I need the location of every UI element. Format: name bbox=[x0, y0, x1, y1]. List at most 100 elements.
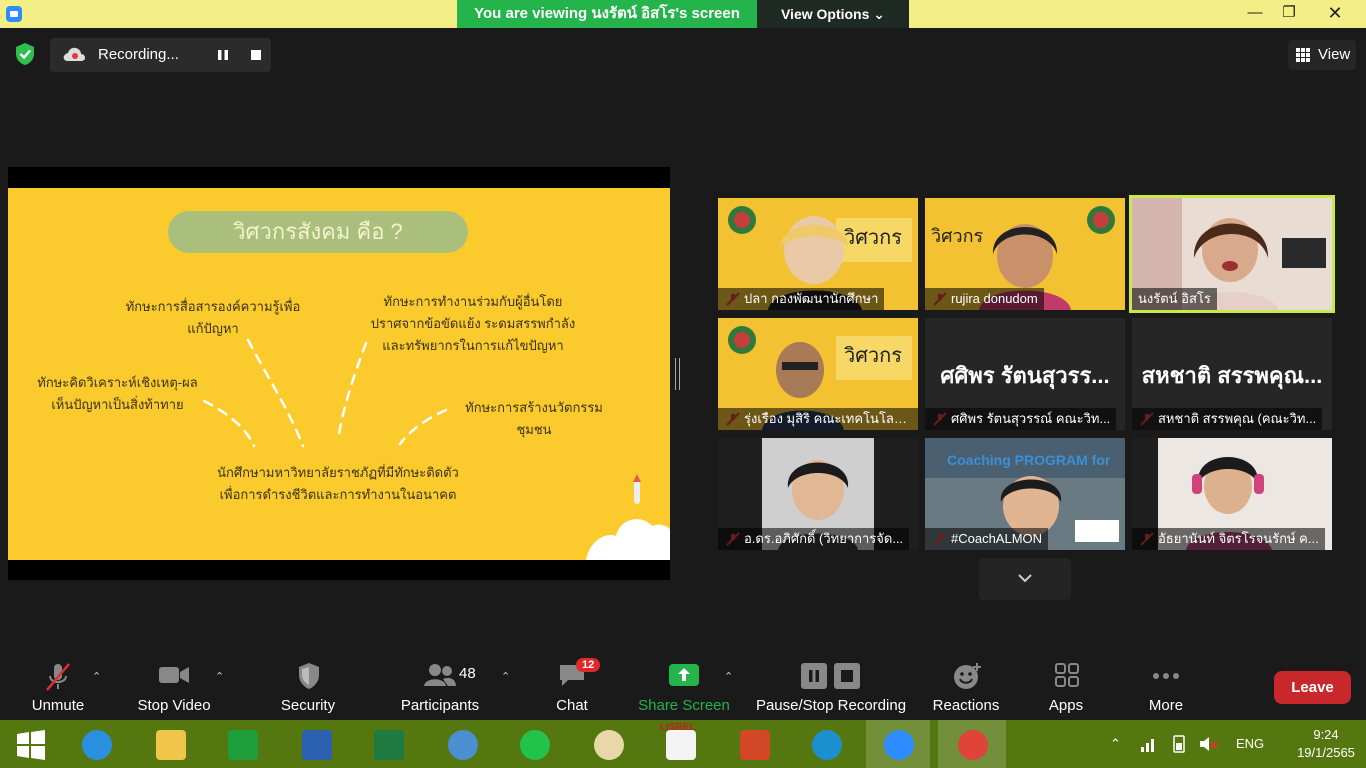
participant-name: ศศิพร รัตนสุวรรณ์ คณะวิท... bbox=[925, 408, 1117, 430]
video-options-caret-icon[interactable]: ⌃ bbox=[215, 670, 224, 683]
participant-display-name: สหชาติ สรรพคุณ... bbox=[1141, 363, 1323, 388]
muted-microphone-icon bbox=[46, 663, 70, 691]
stop-video-label: Stop Video bbox=[137, 697, 211, 714]
participant-tile[interactable]: วิศวกร รุ่งเรือง มุสิริ คณะเทคโนโลยี... bbox=[718, 318, 918, 430]
zoom-logo-icon bbox=[6, 6, 22, 22]
network-signal-icon[interactable] bbox=[1140, 736, 1158, 752]
coaching-overlay-text: Coaching PROGRAM for bbox=[947, 452, 1111, 468]
slide-conclusion: นักศึกษามหาวิทยาลัยราชภัฏที่มีทักษะติดตั… bbox=[217, 465, 459, 502]
pause-stop-recording-label: Pause/Stop Recording bbox=[755, 697, 907, 714]
calculator-icon[interactable] bbox=[434, 720, 490, 768]
chevron-down-icon: ⌄ bbox=[873, 6, 886, 22]
chrome-icon[interactable] bbox=[938, 720, 1006, 768]
stop-video-button[interactable]: Stop Video bbox=[134, 648, 214, 720]
participant-name: รุ่งเรือง มุสิริ คณะเทคโนโลยี... bbox=[718, 408, 918, 430]
more-button[interactable]: More bbox=[1134, 648, 1198, 720]
store-icon[interactable] bbox=[214, 720, 270, 768]
svg-text:วิศวกร: วิศวกร bbox=[844, 343, 902, 367]
zoom-icon[interactable] bbox=[866, 720, 930, 768]
more-label: More bbox=[1148, 697, 1184, 714]
cloud-recording-icon bbox=[63, 47, 85, 61]
clock-time: 9:24 bbox=[1313, 727, 1339, 742]
participant-name: ปลา กองพัฒนานักศึกษา bbox=[718, 288, 885, 310]
security-label: Security bbox=[280, 697, 336, 714]
participant-tile[interactable]: วิศวกร rujira donudom bbox=[925, 198, 1125, 310]
view-options-button[interactable]: View Options ⌄ bbox=[757, 0, 909, 28]
participant-tile[interactable]: สหชาติ สรรพคุณ... สหชาติ สรรพคุณ (คณะวิท… bbox=[1132, 318, 1332, 430]
paint-icon[interactable] bbox=[580, 720, 636, 768]
file-explorer-icon[interactable] bbox=[142, 720, 198, 768]
view-layout-button[interactable]: View bbox=[1288, 40, 1356, 70]
recording-status: Recording... bbox=[98, 46, 179, 63]
security-button[interactable]: Security bbox=[273, 648, 343, 720]
tray-overflow-icon[interactable]: ⌃ bbox=[1110, 720, 1121, 768]
participant-tile[interactable]: ศศิพร รัตนสุวรร... ศศิพร รัตนสุวรรณ์ คณะ… bbox=[925, 318, 1125, 430]
security-shield-icon bbox=[299, 663, 319, 689]
share-screen-label: Share Screen bbox=[638, 697, 730, 714]
lisrel-label: LISREL bbox=[660, 722, 696, 733]
chat-button[interactable]: 12 Chat bbox=[540, 648, 604, 720]
audio-options-caret-icon[interactable]: ⌃ bbox=[92, 670, 101, 683]
share-options-caret-icon[interactable]: ⌃ bbox=[724, 670, 733, 683]
participant-name: อัธยานันท์ จิตรโรจนรักษ์ ค... bbox=[1132, 528, 1325, 550]
grid-view-icon bbox=[1296, 48, 1310, 62]
title-bar: You are viewing นงรัตน์ อิสโร's screen V… bbox=[0, 0, 1366, 28]
leave-button[interactable]: Leave bbox=[1274, 671, 1351, 704]
powerpoint-icon[interactable] bbox=[726, 720, 782, 768]
volume-muted-icon[interactable] bbox=[1198, 734, 1218, 754]
start-icon[interactable] bbox=[2, 720, 58, 768]
line-icon[interactable] bbox=[506, 720, 562, 768]
encryption-shield-icon[interactable] bbox=[14, 42, 36, 66]
participant-display-name: ศศิพร รัตนสุวรร... bbox=[940, 363, 1110, 388]
restore-icon[interactable]: ❐ bbox=[1266, 0, 1312, 28]
unmute-button[interactable]: Unmute bbox=[22, 648, 94, 720]
participants-button[interactable]: 48 Participants bbox=[395, 648, 485, 720]
more-dots-icon bbox=[1153, 673, 1179, 679]
apps-button[interactable]: Apps bbox=[1036, 648, 1096, 720]
chat-label: Chat bbox=[556, 697, 588, 714]
stop-recording-icon[interactable] bbox=[242, 43, 270, 67]
participants-options-caret-icon[interactable]: ⌃ bbox=[501, 670, 510, 683]
reactions-button[interactable]: Reactions bbox=[928, 648, 1004, 720]
pause-stop-recording-icon bbox=[801, 663, 860, 689]
participants-icon bbox=[424, 664, 456, 686]
participant-name: นงรัตน์ อิสโร bbox=[1132, 288, 1217, 310]
view-label: View bbox=[1318, 46, 1351, 63]
gallery-next-page-button[interactable] bbox=[979, 558, 1071, 600]
participants-count: 48 bbox=[459, 665, 476, 682]
shared-screen[interactable]: วิศวกรสังคม คือ ? ทักษะการสื่อสารองค์ควา… bbox=[8, 167, 670, 580]
clock-date: 19/1/2565 bbox=[1297, 745, 1355, 760]
active-speaker-tile[interactable]: นงรัตน์ อิสโร bbox=[1129, 195, 1335, 313]
input-language[interactable]: ENG bbox=[1236, 720, 1264, 768]
windows-taskbar: LISREL ⌃ ENG 9:24 19/1/2565 bbox=[0, 720, 1366, 768]
recording-panel: Recording... bbox=[50, 38, 271, 72]
word-icon[interactable] bbox=[288, 720, 344, 768]
apps-icon bbox=[1055, 663, 1079, 687]
participant-tile[interactable]: วิศวกร ปลา กองพัฒนานักศึกษา bbox=[718, 198, 918, 310]
chevron-down-icon bbox=[1018, 574, 1032, 583]
share-screen-button[interactable]: Share Screen bbox=[636, 648, 732, 720]
excel-icon[interactable] bbox=[360, 720, 416, 768]
video-camera-icon bbox=[159, 667, 189, 683]
svg-text:วิศวกร: วิศวกร bbox=[844, 225, 902, 249]
svg-text:วิศวกร: วิศวกร bbox=[931, 226, 984, 247]
battery-icon[interactable] bbox=[1170, 734, 1188, 754]
pause-stop-recording-button[interactable]: Pause/Stop Recording bbox=[752, 648, 910, 720]
windows-logo-icon bbox=[17, 730, 45, 760]
panel-resize-handle[interactable] bbox=[675, 358, 680, 390]
participant-tile[interactable]: อัธยานันท์ จิตรโรจนรักษ์ ค... bbox=[1132, 438, 1332, 550]
system-clock[interactable]: 9:24 19/1/2565 bbox=[1290, 726, 1362, 762]
participant-tile[interactable]: Coaching PROGRAM for #CoachALMON bbox=[925, 438, 1125, 550]
rocket-cloud-icon bbox=[586, 474, 670, 560]
participant-name: rujira donudom bbox=[925, 288, 1044, 310]
lisrel-icon[interactable]: LISREL bbox=[652, 720, 708, 768]
slide-title: วิศวกรสังคม คือ ? bbox=[168, 211, 468, 253]
edge-legacy-icon[interactable] bbox=[68, 720, 124, 768]
participant-tile[interactable]: อ.ดร.อภิศักดิ์ (วิทยาการจัด... bbox=[718, 438, 918, 550]
skill-innovation: ทักษะการสร้างนวัตกรรมชุมชน bbox=[465, 400, 603, 437]
participant-name: อ.ดร.อภิศักดิ์ (วิทยาการจัด... bbox=[718, 528, 910, 550]
participant-name: สหชาติ สรรพคุณ (คณะวิท... bbox=[1132, 408, 1323, 430]
close-icon[interactable]: ✕ bbox=[1312, 0, 1358, 28]
edge-icon[interactable] bbox=[798, 720, 854, 768]
pause-recording-icon[interactable] bbox=[209, 43, 237, 67]
